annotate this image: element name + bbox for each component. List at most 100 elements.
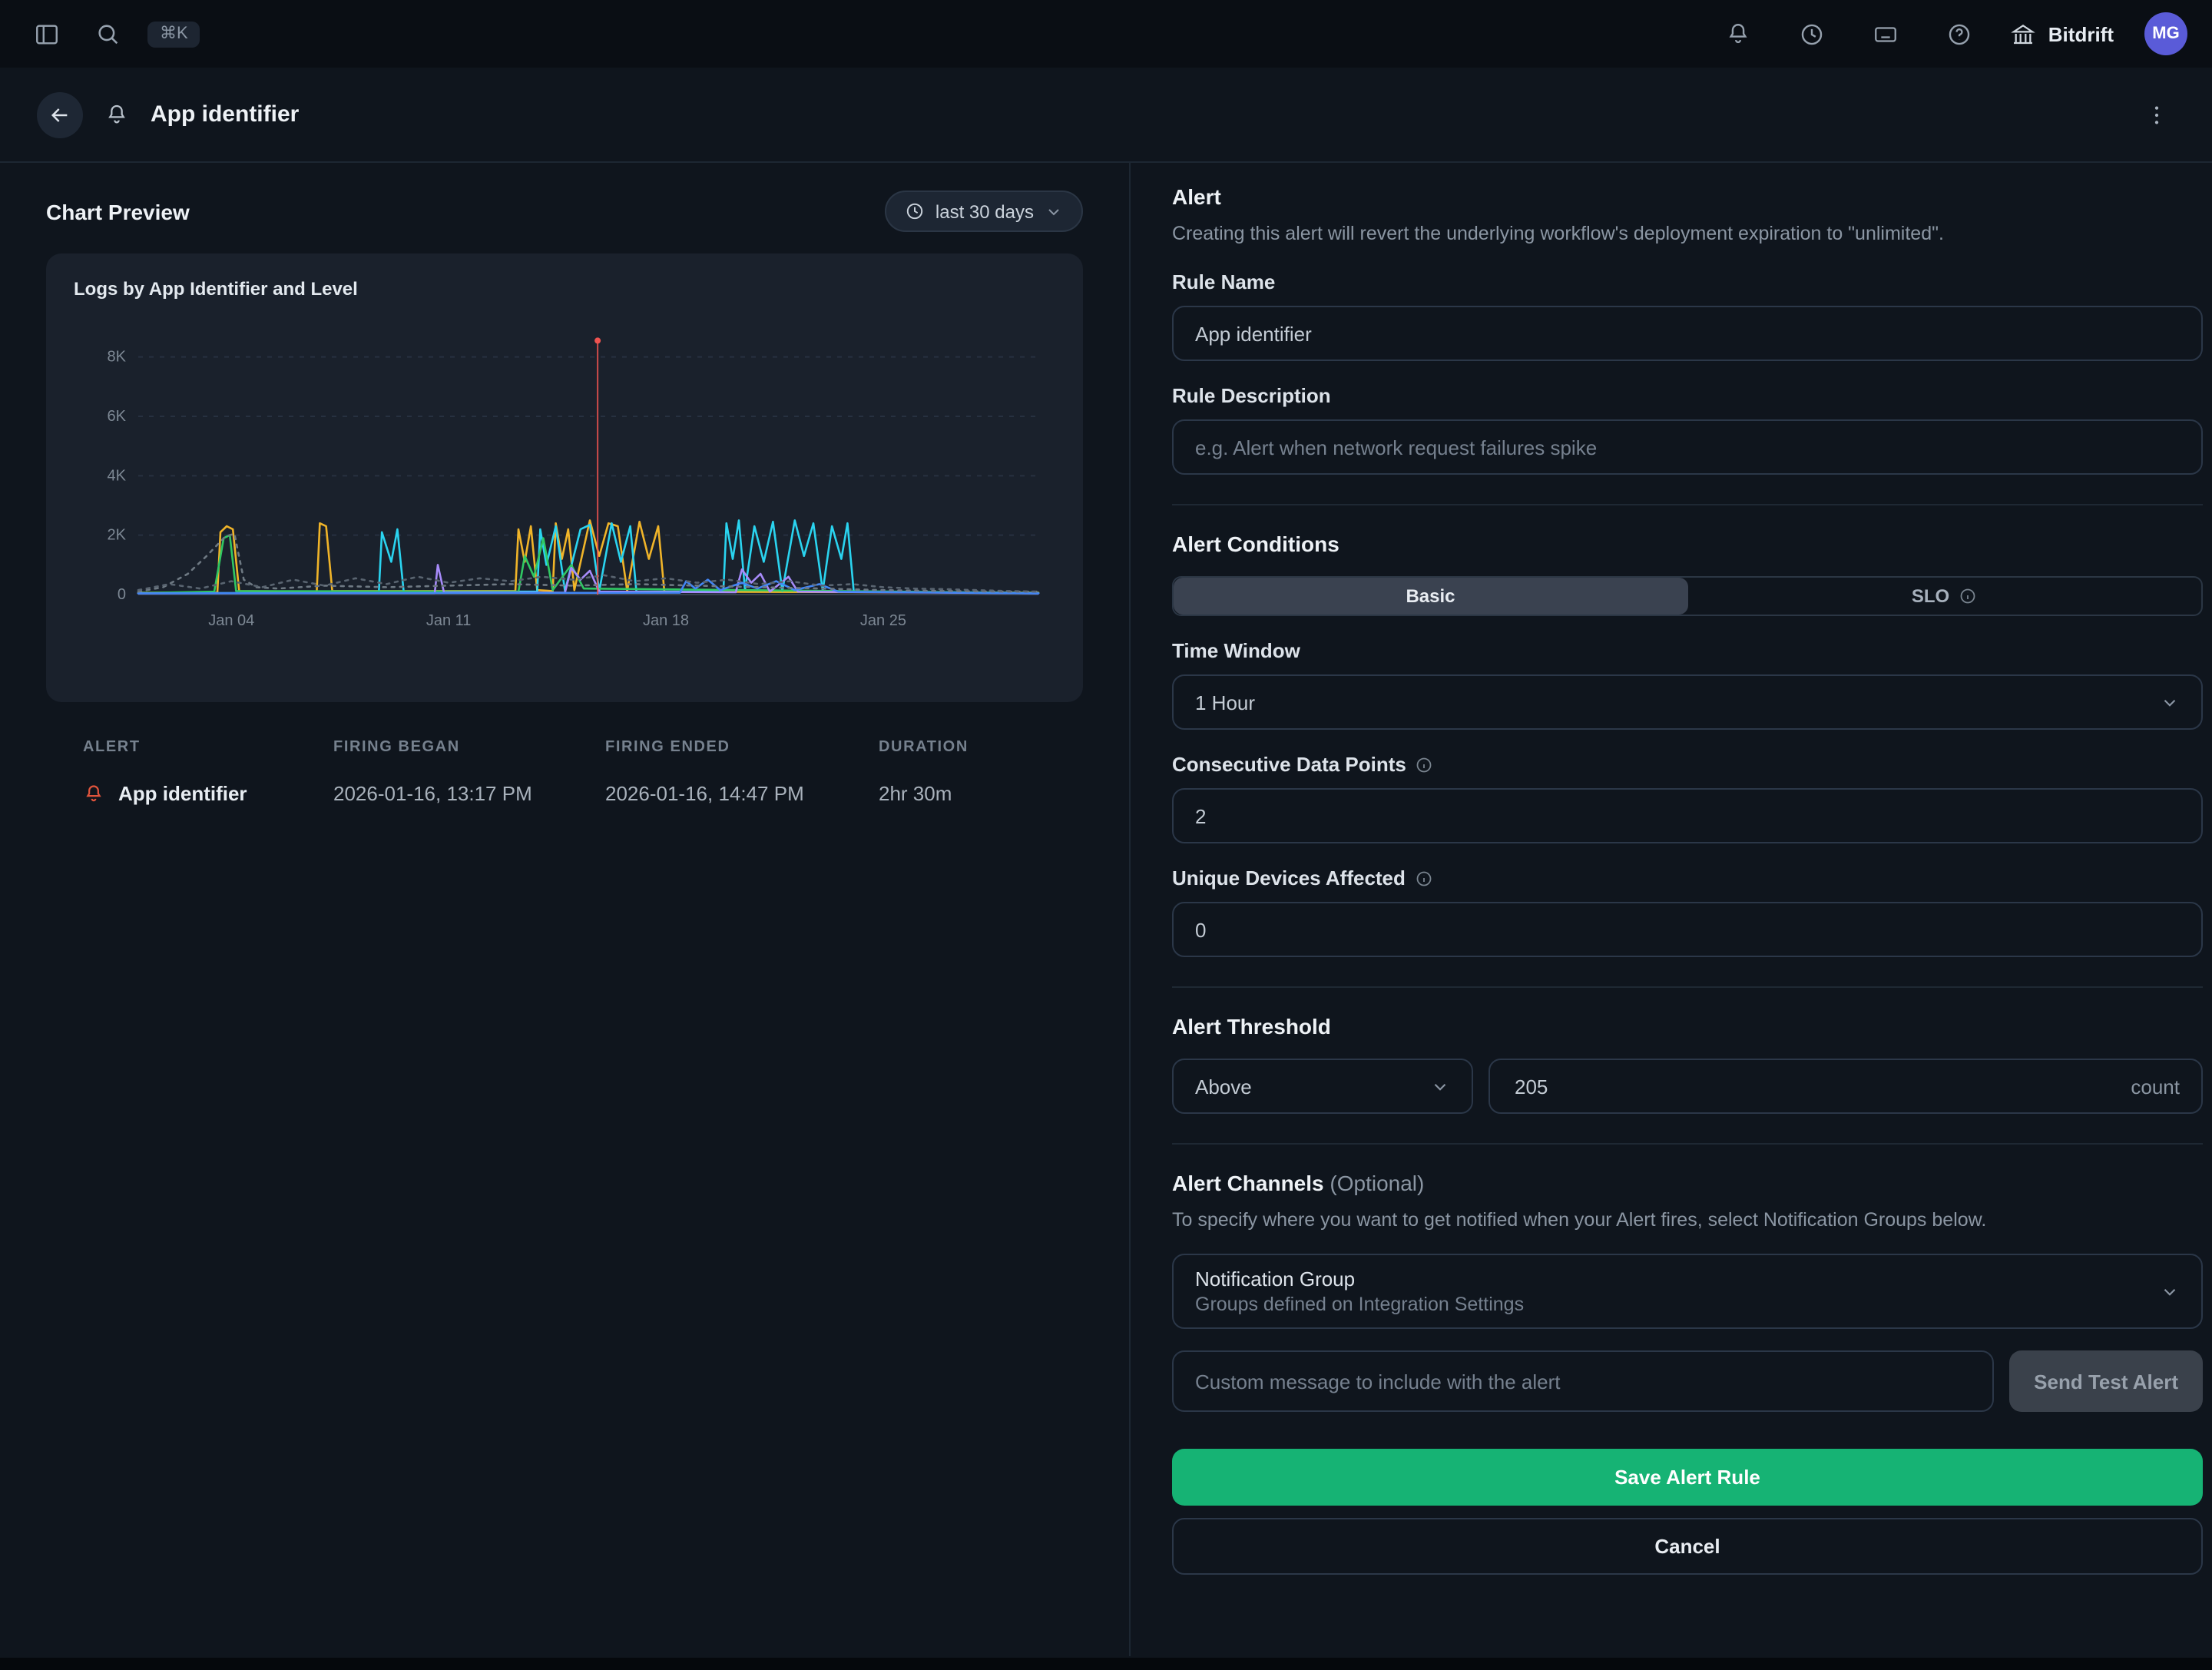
bottom-edge-strip	[0, 1658, 2212, 1670]
time-window-value: 1 Hour	[1195, 691, 1255, 714]
svg-text:0: 0	[118, 586, 126, 603]
help-button[interactable]	[1938, 12, 1981, 55]
chart-preview-title: Chart Preview	[46, 199, 190, 224]
clock-icon	[1799, 21, 1825, 47]
col-firing-ended: FIRING ENDED	[605, 739, 879, 756]
notifications-button[interactable]	[1717, 12, 1760, 55]
cancel-button[interactable]: Cancel	[1172, 1519, 2203, 1576]
svg-text:Jan 18: Jan 18	[643, 612, 689, 629]
time-range-dropdown[interactable]: last 30 days	[885, 191, 1083, 232]
alerts-table: ALERT FIRING BEGAN FIRING ENDED DURATION…	[46, 739, 1083, 805]
section-divider	[1172, 986, 2203, 988]
chart-card: Logs by App Identifier and Level 02K4K6K…	[46, 253, 1083, 702]
clock-icon	[905, 201, 925, 221]
consecutive-data-points-input[interactable]	[1172, 788, 2203, 843]
history-button[interactable]	[1790, 12, 1833, 55]
tab-basic[interactable]: Basic	[1174, 578, 1687, 615]
alert-channels-heading: Alert Channels (Optional)	[1172, 1171, 2203, 1195]
alert-conditions-heading: Alert Conditions	[1172, 532, 2203, 556]
section-divider	[1172, 504, 2203, 505]
svg-text:Jan 04: Jan 04	[208, 612, 254, 629]
kebab-menu-icon	[2144, 102, 2169, 127]
conditions-mode-segmented-control: Basic SLO	[1172, 576, 2203, 616]
user-avatar[interactable]: MG	[2144, 12, 2187, 55]
alert-channels-note: To specify where you want to get notifie…	[1172, 1206, 2203, 1234]
notification-group-subtitle: Groups defined on Integration Settings	[1195, 1294, 2140, 1316]
custom-message-input[interactable]	[1172, 1351, 1994, 1413]
app-root: ⌘K Bitdrift MG	[0, 0, 2212, 1670]
sidebar-toggle-button[interactable]	[25, 12, 68, 55]
topbar: ⌘K Bitdrift MG	[0, 0, 2212, 68]
keyboard-shortcuts-button[interactable]	[1864, 12, 1907, 55]
alert-firing-bell-icon	[83, 783, 104, 804]
tab-basic-label: Basic	[1406, 585, 1455, 607]
search-button[interactable]	[86, 12, 129, 55]
col-firing-began: FIRING BEGAN	[333, 739, 605, 756]
unique-devices-label: Unique Devices Affected	[1172, 866, 2203, 890]
chevron-down-icon	[2160, 1282, 2180, 1302]
alert-heading: Alert	[1172, 184, 2203, 209]
threshold-value-input[interactable]	[1512, 1073, 2131, 1099]
save-alert-rule-button[interactable]: Save Alert Rule	[1172, 1450, 2203, 1506]
notification-group-title: Notification Group	[1195, 1268, 2140, 1291]
svg-text:Jan 11: Jan 11	[426, 612, 472, 629]
svg-text:4K: 4K	[108, 467, 127, 484]
rule-name-input[interactable]	[1172, 306, 2203, 361]
time-window-label: Time Window	[1172, 639, 2203, 662]
chart-preview-panel: Chart Preview last 30 days Logs by App I…	[0, 163, 1131, 1656]
devices-label-text: Unique Devices Affected	[1172, 866, 1406, 890]
page-header: App identifier	[0, 68, 2212, 163]
svg-text:Jan 25: Jan 25	[860, 612, 906, 629]
back-button[interactable]	[37, 91, 83, 138]
alert-bell-icon	[104, 102, 129, 127]
svg-text:6K: 6K	[108, 408, 127, 425]
threshold-value-field: count	[1488, 1059, 2203, 1114]
rule-description-label: Rule Description	[1172, 384, 2203, 407]
table-row[interactable]: App identifier 2026-01-16, 13:17 PM 2026…	[46, 782, 1083, 805]
unique-devices-input[interactable]	[1172, 902, 2203, 957]
row-duration: 2hr 30m	[879, 782, 1083, 805]
tab-slo-label: SLO	[1912, 585, 1949, 607]
info-icon[interactable]	[1415, 869, 1433, 887]
row-alert-name: App identifier	[118, 782, 247, 805]
keyboard-icon	[1873, 21, 1899, 47]
info-icon[interactable]	[1416, 755, 1434, 774]
search-shortcut-chip[interactable]: ⌘K	[147, 21, 200, 47]
svg-text:2K: 2K	[108, 527, 127, 544]
page-title: App identifier	[151, 101, 299, 128]
alert-form-panel: Alert Creating this alert will revert th…	[1131, 163, 2212, 1656]
time-range-label: last 30 days	[935, 200, 1034, 222]
organization-icon	[2012, 22, 2036, 46]
logs-line-chart: 0 2K 4K 6K 8K Jan 04 Jan 11 Jan 18 Jan 25	[74, 300, 1055, 674]
channels-heading-text: Alert Channels	[1172, 1171, 1324, 1195]
tab-slo[interactable]: SLO	[1687, 578, 2201, 615]
consecutive-data-points-label: Consecutive Data Points	[1172, 753, 2203, 776]
main-content: Chart Preview last 30 days Logs by App I…	[0, 163, 2212, 1656]
alerts-table-header: ALERT FIRING BEGAN FIRING ENDED DURATION	[46, 739, 1083, 756]
col-alert: ALERT	[83, 739, 333, 756]
chart-preview-header-row: Chart Preview last 30 days	[46, 191, 1083, 232]
alert-threshold-heading: Alert Threshold	[1172, 1014, 2203, 1039]
chevron-down-icon	[2160, 692, 2180, 712]
send-test-alert-button[interactable]: Send Test Alert	[2009, 1351, 2203, 1413]
threshold-operator-select[interactable]: Above	[1172, 1059, 1473, 1114]
more-options-button[interactable]	[2138, 96, 2175, 133]
org-switcher-button[interactable]: Bitdrift	[2012, 22, 2114, 46]
svg-text:8K: 8K	[108, 349, 127, 366]
org-name: Bitdrift	[2048, 22, 2114, 45]
custom-message-row: Send Test Alert	[1172, 1351, 2203, 1413]
arrow-left-icon	[48, 102, 72, 127]
chevron-down-icon	[1430, 1076, 1450, 1096]
section-divider	[1172, 1143, 2203, 1145]
sidebar-panel-icon	[33, 21, 59, 47]
info-icon	[1959, 587, 1977, 605]
alert-threshold-row: Above count	[1172, 1059, 2203, 1114]
channels-optional-text: (Optional)	[1330, 1171, 1424, 1195]
alert-note: Creating this alert will revert the unde…	[1172, 220, 2203, 247]
row-firing-began: 2026-01-16, 13:17 PM	[333, 782, 605, 805]
time-window-select[interactable]: 1 Hour	[1172, 674, 2203, 730]
bell-icon	[1725, 21, 1751, 47]
threshold-unit-label: count	[2131, 1075, 2180, 1098]
notification-group-select[interactable]: Notification Group Groups defined on Int…	[1172, 1254, 2203, 1330]
rule-description-input[interactable]	[1172, 419, 2203, 475]
